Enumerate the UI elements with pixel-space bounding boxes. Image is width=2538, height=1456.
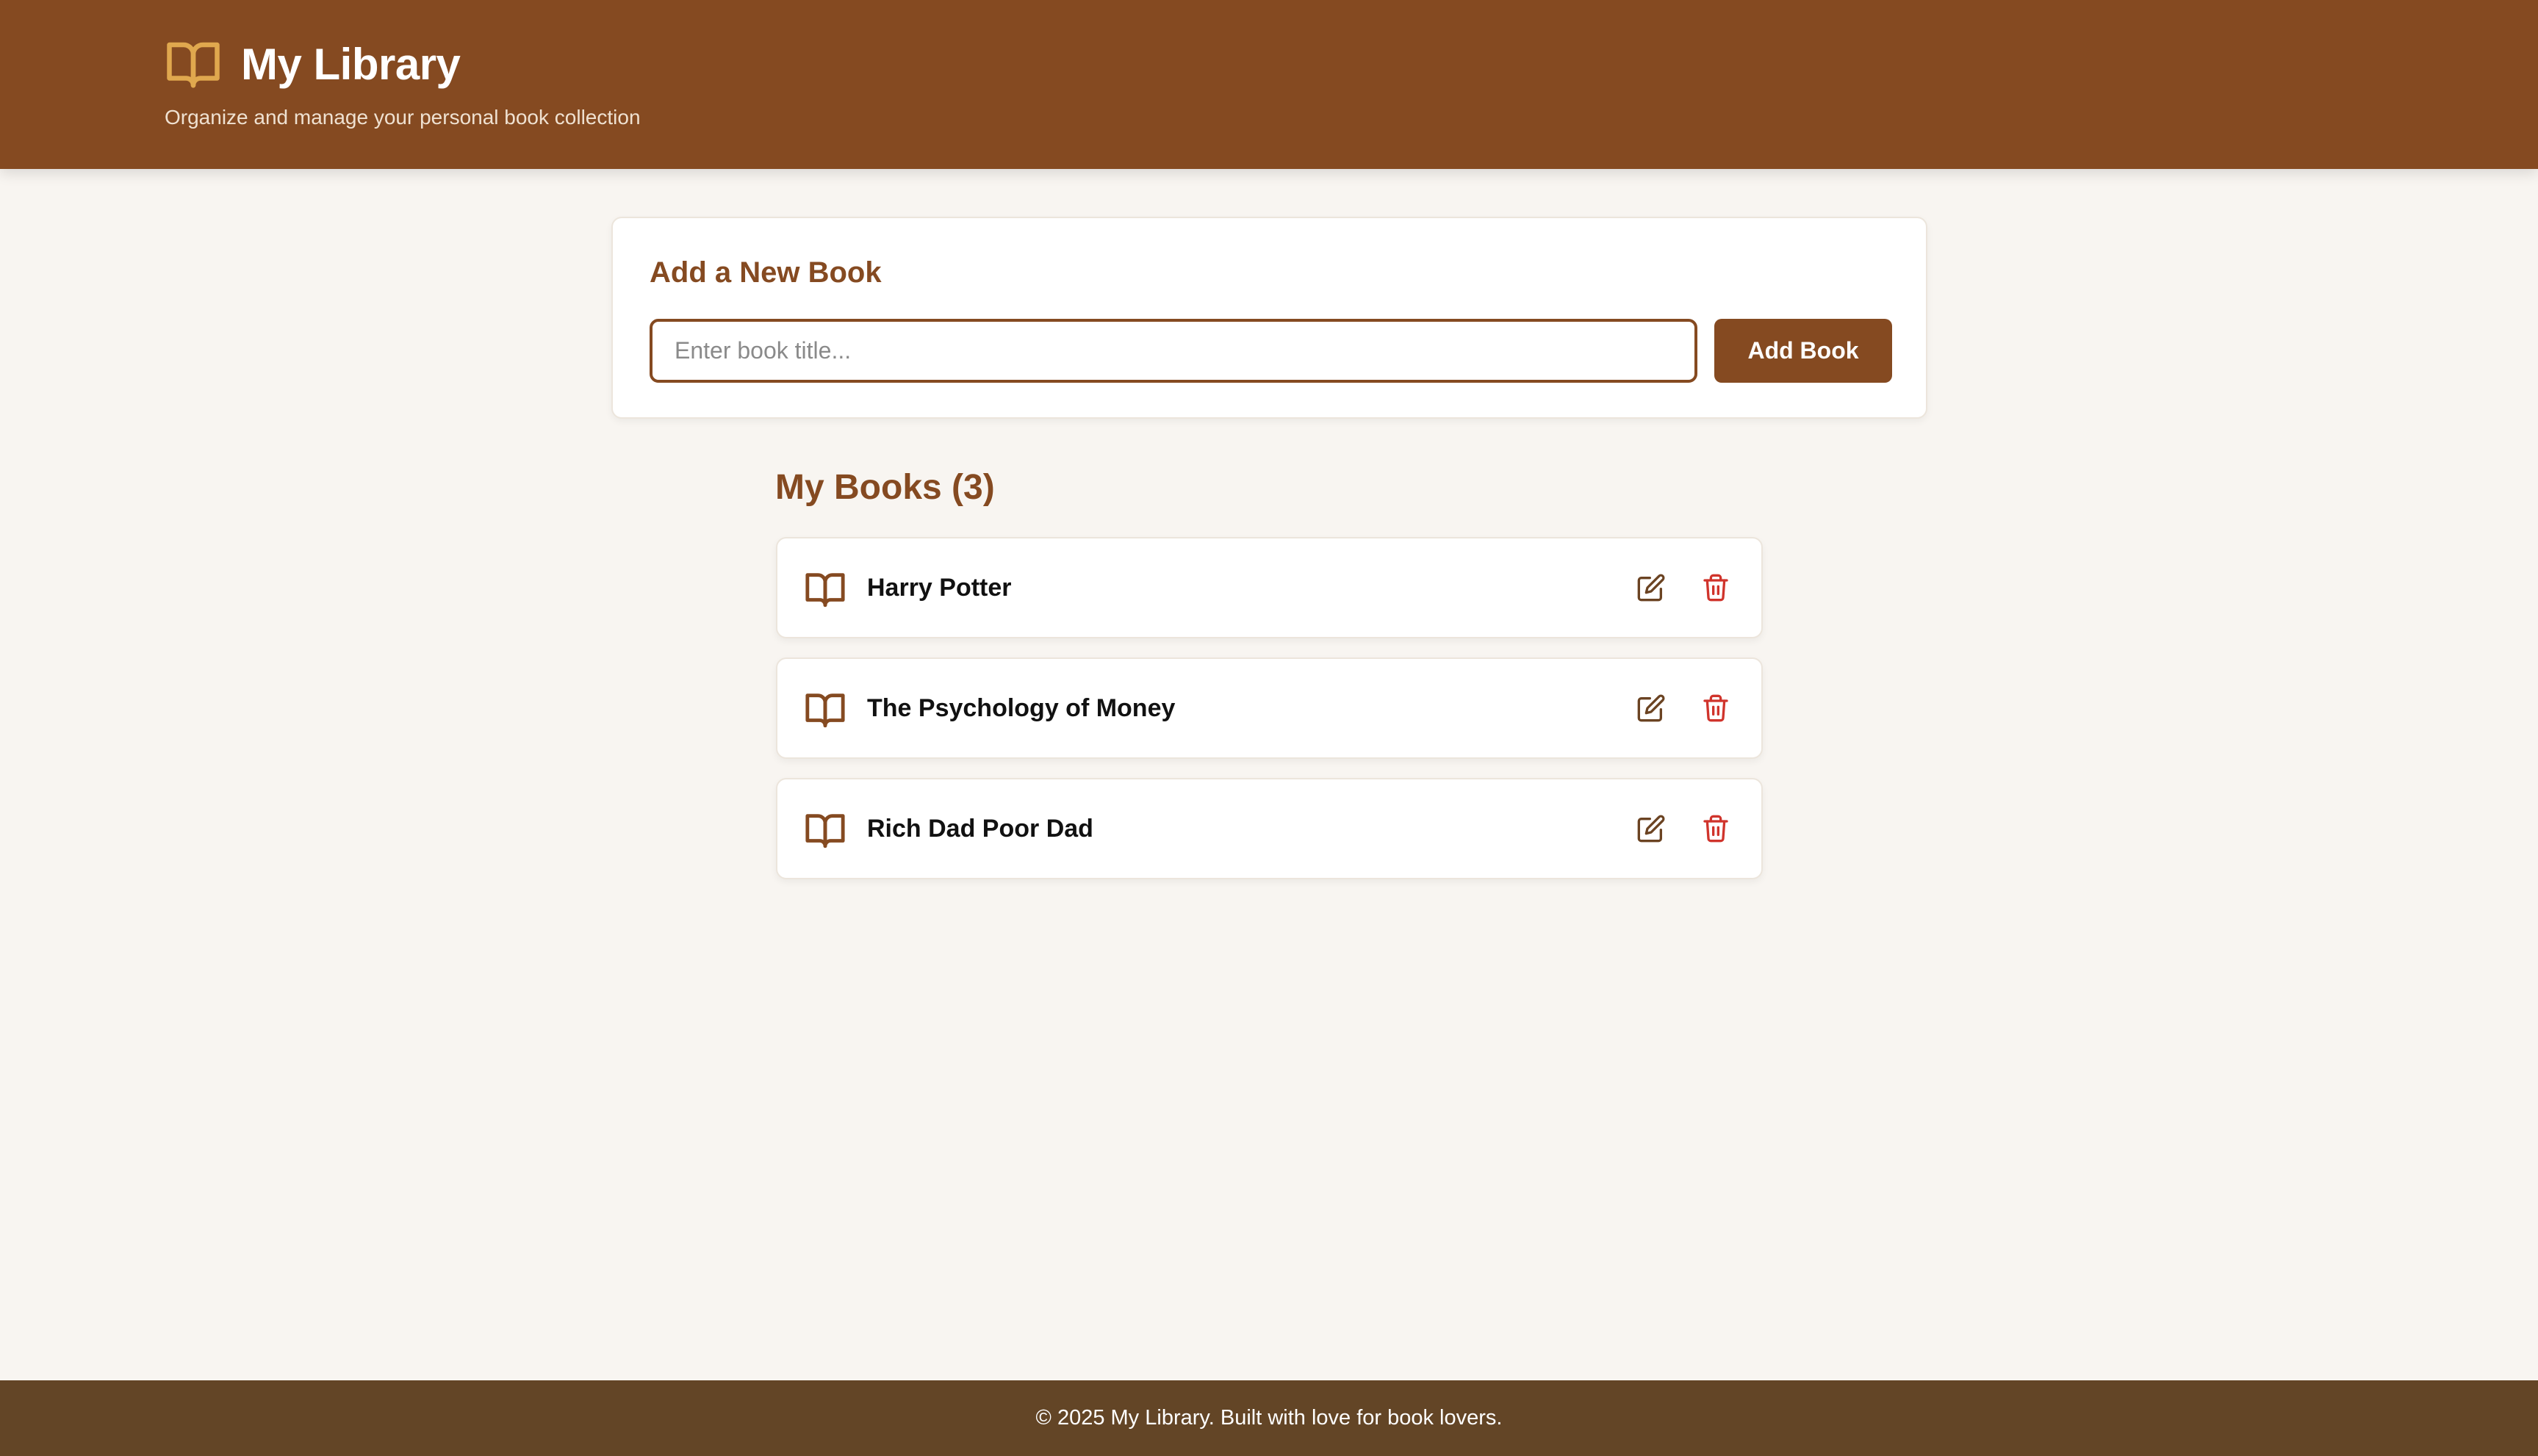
open-book-icon: [165, 35, 222, 93]
open-book-icon: [804, 688, 846, 731]
add-book-card: Add a New Book Add Book: [611, 217, 1927, 419]
trash-icon[interactable]: [1696, 568, 1736, 608]
books-heading: My Books (3): [775, 468, 995, 507]
book-title: Harry Potter: [867, 574, 1012, 602]
app-title: My Library: [241, 39, 461, 89]
open-book-icon: [804, 809, 846, 851]
book-title: The Psychology of Money: [867, 694, 1176, 722]
open-book-icon: [804, 568, 846, 610]
book-title-input[interactable]: [650, 319, 1697, 383]
brand: My Library: [165, 35, 461, 93]
app-footer: © 2025 My Library. Built with love for b…: [0, 1380, 2538, 1456]
book-title: Rich Dad Poor Dad: [867, 815, 1093, 843]
trash-icon[interactable]: [1696, 809, 1736, 848]
edit-icon[interactable]: [1631, 688, 1671, 728]
add-book-heading: Add a New Book: [650, 256, 882, 289]
app-header: My Library Organize and manage your pers…: [0, 0, 2538, 169]
book-item: Rich Dad Poor Dad: [776, 778, 1763, 879]
app-subtitle: Organize and manage your personal book c…: [165, 106, 641, 129]
edit-icon[interactable]: [1631, 809, 1671, 848]
book-item: The Psychology of Money: [776, 657, 1763, 759]
book-item: Harry Potter: [776, 537, 1763, 638]
edit-icon[interactable]: [1631, 568, 1671, 608]
trash-icon[interactable]: [1696, 688, 1736, 728]
footer-text: © 2025 My Library. Built with love for b…: [1035, 1406, 1503, 1430]
add-book-button[interactable]: Add Book: [1714, 319, 1892, 383]
